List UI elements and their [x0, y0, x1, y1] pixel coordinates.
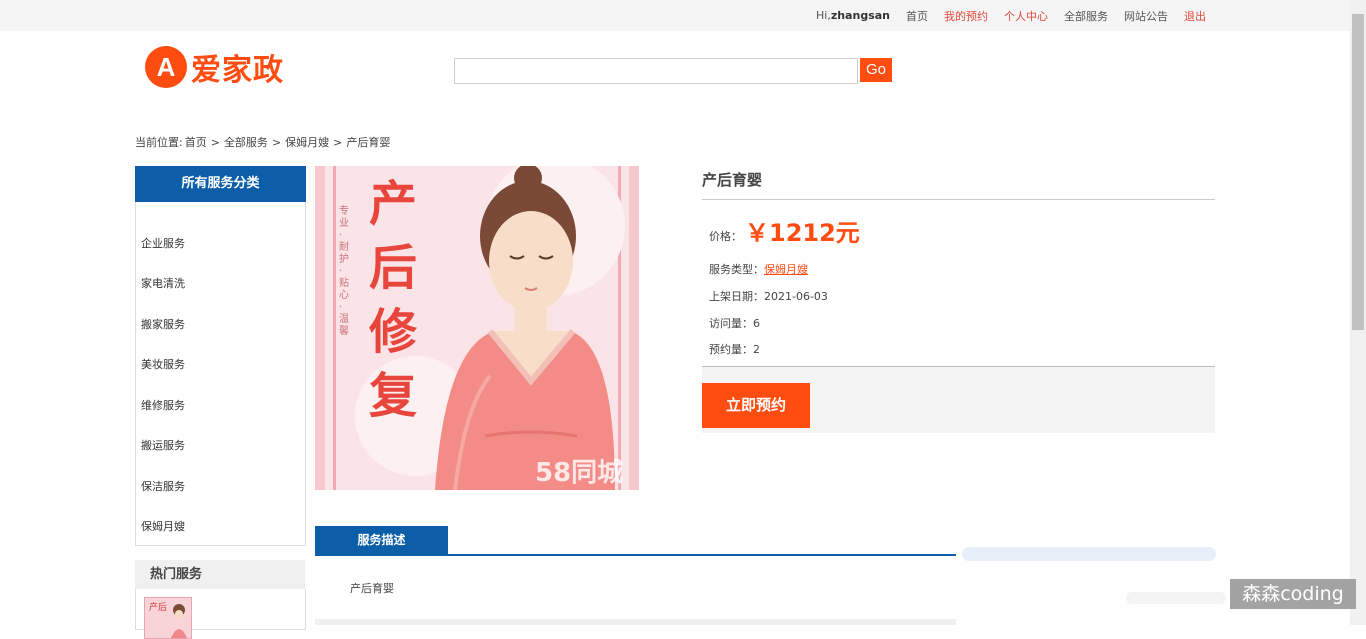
service-description-text: 产后育婴	[350, 582, 394, 595]
product-image-tagline: 专业 · 耐护 · 贴心 · 温馨	[339, 206, 349, 337]
breadcrumb-item-current: 产后育婴	[346, 136, 391, 149]
svg-text:产后: 产后	[149, 601, 167, 613]
breadcrumb-separator: >	[210, 136, 220, 149]
breadcrumb-item-category[interactable]: 保姆月嫂	[285, 136, 329, 149]
sidebar-item-appliance-cleaning[interactable]: 家电清洗	[141, 275, 185, 291]
sidebar-item-enterprise[interactable]: 企业服务	[141, 235, 185, 251]
title-divider	[702, 199, 1215, 200]
nav-link-profile[interactable]: 个人中心	[1004, 8, 1048, 24]
listing-date-label: 上架日期：	[709, 290, 764, 303]
vertical-scrollbar[interactable]	[1350, 0, 1366, 625]
visits-label: 访问量：	[709, 317, 753, 330]
breadcrumb-separator: >	[333, 136, 343, 149]
nav-link-home[interactable]: 首页	[906, 8, 928, 24]
breadcrumb-item-all-services[interactable]: 全部服务	[224, 136, 268, 149]
sidebar-item-transport[interactable]: 搬运服务	[141, 437, 185, 453]
search-input[interactable]	[454, 58, 858, 84]
service-type-row: 服务类型：保姆月嫂	[709, 261, 808, 277]
logo-text: 爱家政	[191, 53, 284, 88]
breadcrumb-prefix: 当前位置:	[135, 136, 183, 149]
breadcrumb-separator: >	[271, 136, 282, 149]
bookings-label: 预约量：	[709, 343, 753, 356]
user-greeting: Hi,zhangsan	[816, 9, 890, 22]
product-title: 产后育婴	[702, 171, 763, 189]
sidebar-item-nanny[interactable]: 保姆月嫂	[141, 518, 185, 534]
search-go-button[interactable]: Go	[860, 58, 892, 82]
service-type-link[interactable]: 保姆月嫂	[764, 263, 808, 276]
sidebar-item-moving[interactable]: 搬家服务	[141, 316, 185, 332]
nav-link-my-bookings[interactable]: 我的预约	[944, 8, 988, 24]
top-bar: Hi,zhangsan 首页 我的预约 个人中心 全部服务 网站公告 退出	[0, 0, 1350, 31]
listing-date-row: 上架日期：2021-06-03	[709, 288, 828, 304]
blurred-text	[1126, 592, 1226, 604]
book-now-button[interactable]: 立即预约	[702, 383, 810, 428]
corner-watermark: 森森coding	[1230, 579, 1356, 609]
breadcrumb: 当前位置: 首页 > 全部服务 > 保姆月嫂 > 产后育婴	[135, 134, 394, 150]
breadcrumb-item-home[interactable]: 首页	[185, 136, 207, 149]
scrollbar-thumb[interactable]	[1352, 14, 1364, 330]
tab-service-description[interactable]: 服务描述	[315, 526, 448, 555]
nav-link-announcements[interactable]: 网站公告	[1124, 8, 1168, 24]
hot-services-list: 产后	[135, 589, 306, 639]
username: zhangsan	[830, 9, 890, 22]
tab-underline	[315, 554, 956, 556]
top-nav: Hi,zhangsan 首页 我的预约 个人中心 全部服务 网站公告 退出	[800, 0, 1206, 31]
service-type-label: 服务类型：	[709, 263, 764, 276]
site-logo[interactable]: A 爱家政	[145, 45, 284, 89]
content-bottom-strip	[315, 619, 956, 625]
product-image: 产后修复 专业 · 耐护 · 贴心 · 温馨 58同城	[315, 166, 639, 490]
product-image-watermark: 58同城	[535, 458, 624, 488]
blurred-bar	[962, 547, 1216, 561]
bookings-row: 预约量：2	[709, 341, 760, 357]
visits-row: 访问量：6	[709, 315, 760, 331]
hot-service-thumbnail[interactable]: 产后	[144, 597, 192, 639]
sidebar-category-list: 企业服务 家电清洗 搬家服务 美妆服务 维修服务 搬运服务 保洁服务 保姆月嫂	[135, 202, 306, 546]
sidebar-item-repair[interactable]: 维修服务	[141, 397, 185, 413]
sidebar-title: 所有服务分类	[135, 166, 306, 202]
hot-services-title: 热门服务	[135, 560, 305, 589]
listing-date-value: 2021-06-03	[764, 290, 828, 303]
price-value: ￥1212元	[745, 219, 860, 247]
sidebar-item-beauty[interactable]: 美妆服务	[141, 356, 185, 372]
product-image-headline: 产后修复	[369, 176, 418, 424]
logo-mark-icon: A	[145, 46, 187, 88]
sidebar-item-cleaning[interactable]: 保洁服务	[141, 478, 185, 494]
nav-link-logout[interactable]: 退出	[1184, 8, 1206, 24]
price-label: 价格：	[709, 230, 742, 243]
bookings-value: 2	[753, 343, 760, 356]
visits-value: 6	[753, 317, 760, 330]
nav-link-all-services[interactable]: 全部服务	[1064, 8, 1108, 24]
